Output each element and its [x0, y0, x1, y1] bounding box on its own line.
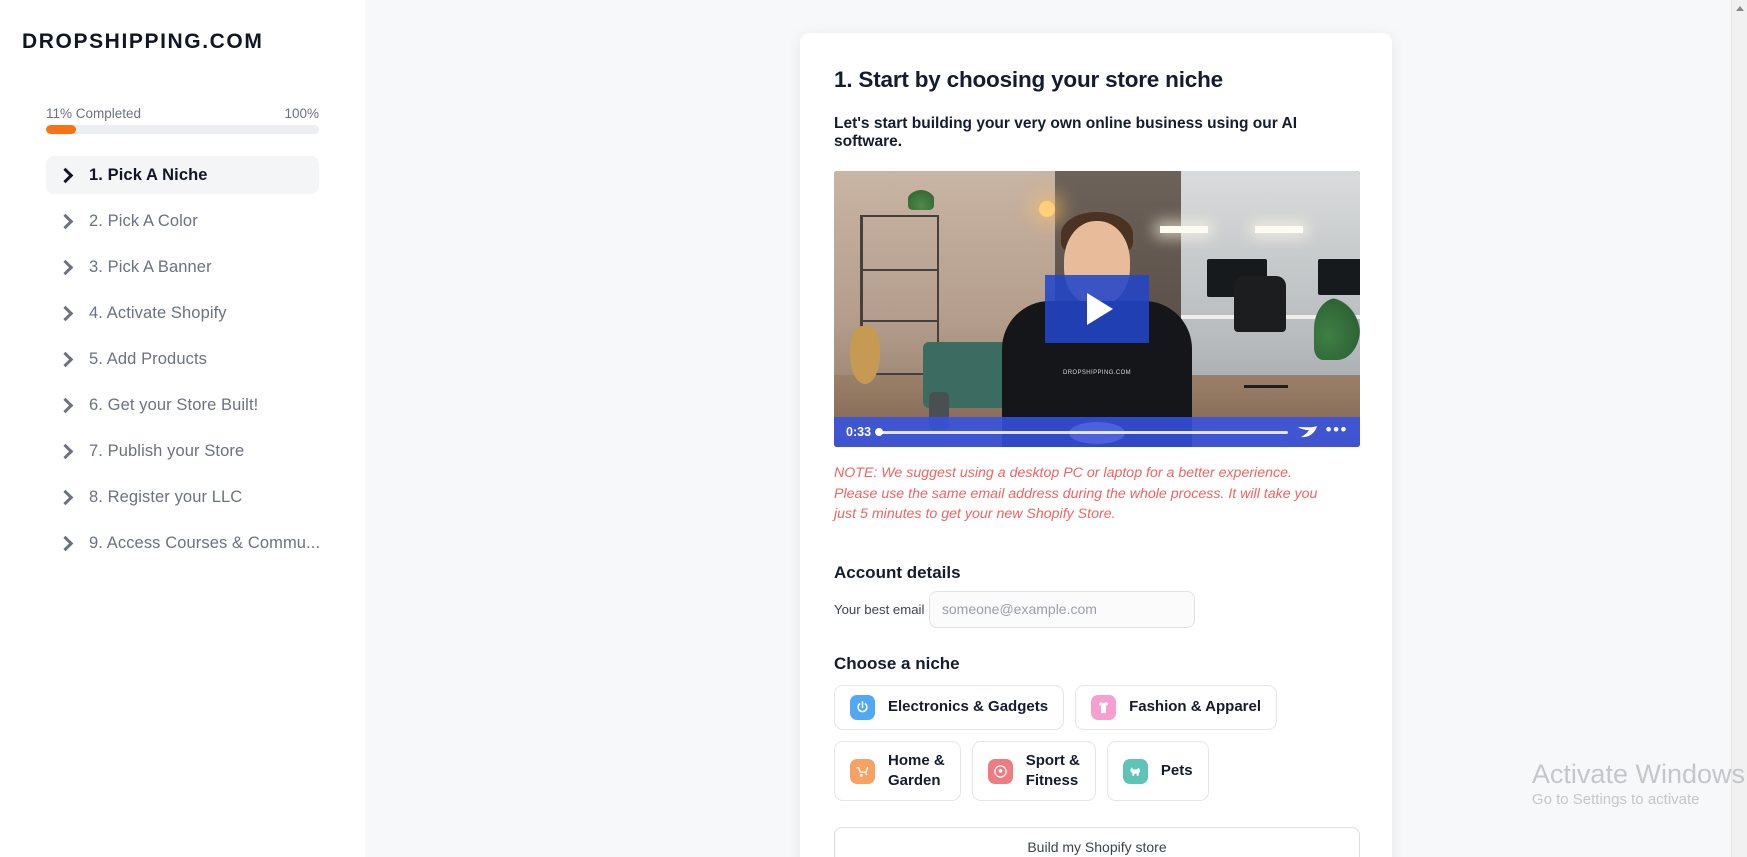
video-scrubber[interactable] [875, 428, 1288, 436]
note-text: NOTE: We suggest using a desktop PC or l… [834, 465, 1318, 523]
play-button[interactable] [1045, 275, 1149, 343]
niche-option-soccer-ball[interactable]: Sport & Fitness [971, 740, 1096, 802]
sidebar-item-label: 3. Pick A Banner [89, 257, 212, 276]
sidebar-item-label: 7. Publish your Store [89, 441, 245, 460]
page-title: 1. Start by choosing your store niche [834, 67, 1223, 92]
sidebar-item-5[interactable]: 5. Add Products [46, 340, 319, 378]
vertical-scrollbar[interactable] [1731, 0, 1747, 857]
chevron-right-icon [57, 305, 74, 321]
email-input[interactable] [928, 590, 1195, 628]
sidebar-item-4[interactable]: 4. Activate Shopify [46, 294, 319, 332]
niche-option-label: Home & Garden [888, 751, 945, 790]
build-shopify-store-button[interactable]: Build my Shopify store [834, 827, 1360, 857]
chevron-right-icon [57, 351, 74, 367]
shirt-logo-text: DROPSHIPPING.COM [1062, 369, 1132, 376]
sidebar-item-label: 8. Register your LLC [89, 487, 243, 506]
scrubber-handle[interactable] [875, 428, 884, 436]
sidebar-nav: 1. Pick A Niche 2. Pick A Color 3. Pick A … [0, 156, 365, 562]
chevron-right-icon [57, 213, 74, 229]
niche-options-row-1: Electronics & Gadgets Fashion & Apparel [834, 684, 1358, 730]
wistia-logo-icon[interactable] [1296, 424, 1318, 440]
play-icon [1087, 293, 1113, 325]
progress-bar-track [46, 125, 319, 134]
sidebar-item-3[interactable]: 3. Pick A Banner [46, 248, 319, 286]
dog-icon [1122, 758, 1148, 784]
video-menu-icon[interactable]: ••• [1326, 421, 1348, 440]
sidebar-item-label: 1. Pick A Niche [89, 165, 208, 184]
chevron-right-icon [57, 489, 74, 505]
sidebar-item-label: 6. Get your Store Built! [89, 395, 259, 414]
niche-option-label: Sport & Fitness [1025, 751, 1080, 790]
power-icon [850, 694, 875, 720]
video-player[interactable]: DROPSHIPPING.COM 0:33 ••• [834, 171, 1360, 447]
progress-bar-fill [46, 125, 77, 134]
niche-option-power[interactable]: Electronics & Gadgets [834, 684, 1065, 730]
brand-logo: DROPSHIPPING.COM [22, 30, 264, 53]
scroll-up-arrow-icon[interactable] [1732, 0, 1747, 17]
sidebar-item-9[interactable]: 9. Access Courses & Commu... [46, 524, 321, 562]
niche-option-label: Fashion & Apparel [1129, 698, 1262, 716]
niche-option-label: Electronics & Gadgets [888, 698, 1049, 716]
sidebar-item-2[interactable]: 2. Pick A Color [46, 202, 319, 240]
niche-option-shirt[interactable]: Fashion & Apparel [1075, 684, 1278, 730]
sidebar-item-label: 2. Pick A Color [89, 211, 198, 230]
watermark-title: Activate Windows [1531, 759, 1745, 790]
chevron-right-icon [57, 535, 74, 551]
choose-niche-heading: Choose a niche [834, 653, 960, 673]
content-area: 1. Start by choosing your store niche Le… [365, 0, 1747, 857]
video-time: 0:33 [846, 425, 872, 439]
chevron-right-icon [57, 259, 74, 275]
windows-activation-watermark: Activate Windows Go to Settings to activ… [1532, 759, 1745, 809]
shirt-icon [1091, 694, 1117, 720]
chevron-right-icon [57, 443, 74, 459]
progress-section: 11% Completed 100% [46, 106, 319, 134]
soccer-ball-icon [987, 758, 1013, 784]
progress-max-label: 100% [284, 106, 319, 121]
sidebar-item-1[interactable]: 1. Pick A Niche [46, 156, 319, 194]
account-details-heading: Account details [834, 562, 961, 582]
watermark-subtitle: Go to Settings to activate [1531, 790, 1700, 808]
app-root: DROPSHIPPING.COM 11% Completed 100% 1. P… [0, 0, 1747, 857]
sidebar-item-7[interactable]: 7. Publish your Store [46, 432, 319, 470]
sidebar-item-6[interactable]: 6. Get your Store Built! [46, 386, 319, 424]
wheelbarrow-icon [850, 758, 875, 784]
sidebar-item-label: 9. Access Courses & Commu... [89, 533, 321, 552]
video-controls: 0:33 ••• [834, 417, 1360, 447]
email-field-label: Your best email [834, 602, 925, 618]
sidebar-item-label: 5. Add Products [89, 349, 207, 368]
niche-options-row-2: Home & Garden Sport & Fitness Pets [834, 740, 1358, 802]
niche-option-label: Pets [1160, 761, 1193, 779]
niche-option-dog[interactable]: Pets [1106, 740, 1209, 802]
step-card: 1. Start by choosing your store niche Le… [800, 33, 1392, 857]
progress-completed-label: 11% Completed [46, 106, 142, 121]
sidebar-item-label: 4. Activate Shopify [89, 303, 227, 322]
sidebar-item-8[interactable]: 8. Register your LLC [46, 478, 319, 516]
niche-option-wheelbarrow[interactable]: Home & Garden [834, 740, 961, 802]
chevron-right-icon [57, 397, 74, 413]
sidebar: DROPSHIPPING.COM 11% Completed 100% 1. P… [0, 0, 365, 857]
progress-labels: 11% Completed 100% [46, 106, 319, 121]
chevron-right-icon [57, 167, 74, 183]
page-subtitle: Let's start building your very own onlin… [834, 115, 1298, 150]
